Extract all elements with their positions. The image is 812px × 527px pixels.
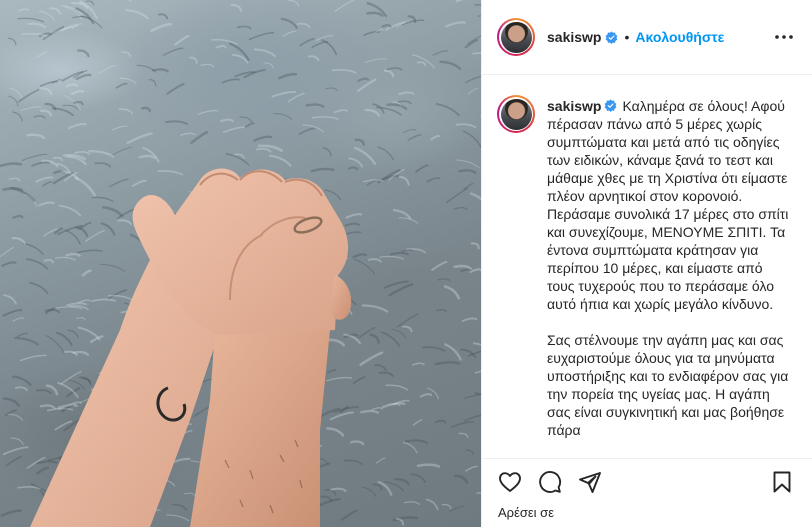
caption-paragraph-2: Σας στέλνουμε την αγάπη μας και σας ευχα… [547,332,789,438]
story-ring[interactable] [497,18,535,56]
username-link[interactable]: sakiswp [547,29,601,45]
comment-icon[interactable] [536,468,564,496]
bookmark-icon[interactable] [768,468,796,496]
separator-dot: • [624,29,630,45]
caption-paragraph-1: Καλημέρα σε όλους! Αφού πέρασαν πάνω από… [547,98,789,312]
action-bar [482,458,812,505]
likes-summary[interactable]: Αρέσει σε [482,505,812,527]
more-options-icon[interactable] [772,25,796,49]
follow-button[interactable]: Ακολουθήστε [635,29,724,45]
caption-text: sakiswp Καλημέρα σε όλους! Αφού πέρασαν … [547,97,790,439]
post-header: sakiswp • Ακολουθήστε [482,0,812,75]
comments-area[interactable]: sakiswp Καλημέρα σε όλους! Αφού πέρασαν … [482,75,812,458]
holding-hands-photo [30,168,352,527]
post-image[interactable] [0,0,481,527]
share-icon[interactable] [576,468,604,496]
instagram-post: sakiswp • Ακολουθήστε sakiswp Καλημέρα σ… [0,0,812,527]
caption-story-ring[interactable] [497,95,535,133]
caption-avatar [500,98,532,130]
avatar [500,21,532,53]
caption-verified-badge-icon [605,99,617,112]
caption: sakiswp Καλημέρα σε όλους! Αφού πέρασαν … [497,95,796,439]
verified-badge-icon [606,30,618,44]
post-side-panel: sakiswp • Ακολουθήστε sakiswp Καλημέρα σ… [481,0,812,527]
caption-username-link[interactable]: sakiswp [547,98,601,114]
heart-icon[interactable] [496,468,524,496]
